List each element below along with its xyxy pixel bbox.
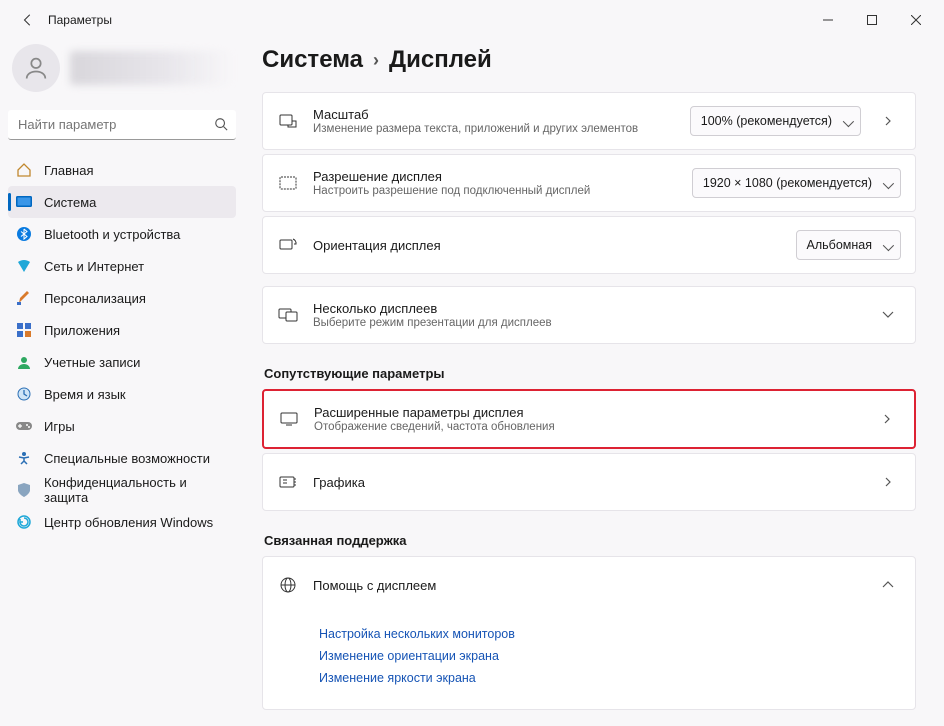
resolution-subtitle: Настроить разрешение под подключенный ди… <box>313 185 678 197</box>
multi-display-subtitle: Выберите режим презентации для дисплеев <box>313 317 861 329</box>
system-icon <box>16 194 32 210</box>
breadcrumb: Система › Дисплей <box>262 46 916 74</box>
sidebar-item-privacy[interactable]: Конфиденциальность и защита <box>8 474 236 506</box>
profile-name-blurred <box>70 51 232 85</box>
scale-subtitle: Изменение размера текста, приложений и д… <box>313 123 676 135</box>
scale-title: Масштаб <box>313 107 676 122</box>
close-button[interactable] <box>894 5 938 35</box>
search-box[interactable] <box>8 110 236 140</box>
chevron-right-icon[interactable] <box>874 414 900 424</box>
advanced-display-row[interactable]: Расширенные параметры дисплея Отображени… <box>262 389 916 449</box>
sidebar-item-personalization[interactable]: Персонализация <box>8 282 236 314</box>
orientation-dropdown[interactable]: Альбомная <box>796 230 901 260</box>
sidebar-item-label: Учетные записи <box>44 355 140 370</box>
resolution-title: Разрешение дисплея <box>313 169 678 184</box>
avatar <box>12 44 60 92</box>
resolution-dropdown[interactable]: 1920 × 1080 (рекомендуется) <box>692 168 901 198</box>
sidebar-item-bluetooth[interactable]: Bluetooth и устройства <box>8 218 236 250</box>
orientation-icon <box>277 237 299 253</box>
sidebar-item-label: Игры <box>44 419 75 434</box>
graphics-icon <box>277 475 299 489</box>
chevron-down-icon[interactable] <box>875 311 901 319</box>
search-icon <box>214 117 228 134</box>
home-icon <box>16 162 32 178</box>
breadcrumb-current: Дисплей <box>389 46 492 74</box>
breadcrumb-parent[interactable]: Система <box>262 46 363 74</box>
accessibility-icon <box>16 450 32 466</box>
help-header-row[interactable]: Помощь с дисплеем <box>263 557 915 613</box>
sidebar-item-label: Специальные возможности <box>44 451 210 466</box>
sidebar-item-accessibility[interactable]: Специальные возможности <box>8 442 236 474</box>
help-links: Настройка нескольких мониторов Изменение… <box>263 613 915 709</box>
help-card: Помощь с дисплеем Настройка нескольких м… <box>262 556 916 710</box>
minimize-button[interactable] <box>806 5 850 35</box>
sidebar-item-label: Центр обновления Windows <box>44 515 213 530</box>
clock-globe-icon <box>16 386 32 402</box>
sidebar-item-apps[interactable]: Приложения <box>8 314 236 346</box>
sidebar-item-label: Время и язык <box>44 387 126 402</box>
resolution-icon <box>277 176 299 190</box>
resolution-row[interactable]: Разрешение дисплея Настроить разрешение … <box>262 154 916 212</box>
update-icon <box>16 514 32 530</box>
sidebar-item-label: Bluetooth и устройства <box>44 227 180 242</box>
sidebar-item-label: Сеть и Интернет <box>44 259 144 274</box>
support-heading: Связанная поддержка <box>264 533 916 548</box>
sidebar-item-label: Приложения <box>44 323 120 338</box>
help-link[interactable]: Изменение ориентации экрана <box>319 649 915 663</box>
sidebar-item-label: Персонализация <box>44 291 146 306</box>
sidebar-item-label: Конфиденциальность и защита <box>44 475 228 505</box>
sidebar-item-network[interactable]: Сеть и Интернет <box>8 250 236 282</box>
advanced-display-title: Расширенные параметры дисплея <box>314 405 860 420</box>
shield-icon <box>16 482 32 498</box>
apps-icon <box>16 322 32 338</box>
sidebar-item-label: Система <box>44 195 96 210</box>
chevron-right-icon[interactable] <box>875 116 901 126</box>
help-link[interactable]: Настройка нескольких мониторов <box>319 627 915 641</box>
sidebar-item-label: Главная <box>44 163 93 178</box>
network-icon <box>16 258 32 274</box>
sidebar-item-system[interactable]: Система <box>8 186 236 218</box>
chevron-right-icon[interactable] <box>875 477 901 487</box>
related-heading: Сопутствующие параметры <box>264 366 916 381</box>
globe-icon <box>277 576 299 594</box>
brush-icon <box>16 290 32 306</box>
search-input[interactable] <box>8 110 236 140</box>
help-title: Помощь с дисплеем <box>313 578 861 593</box>
multi-display-title: Несколько дисплеев <box>313 301 861 316</box>
orientation-title: Ориентация дисплея <box>313 238 782 253</box>
gaming-icon <box>16 418 32 434</box>
sidebar: Главная Система Bluetooth и устройства С… <box>0 40 244 726</box>
bluetooth-icon <box>16 226 32 242</box>
chevron-right-icon: › <box>373 50 379 71</box>
chevron-up-icon[interactable] <box>875 581 901 589</box>
back-button[interactable] <box>14 6 42 34</box>
main-content: Система › Дисплей Масштаб Изменение разм… <box>244 40 944 726</box>
window-controls <box>806 5 938 35</box>
nav-list: Главная Система Bluetooth и устройства С… <box>8 154 236 538</box>
orientation-row[interactable]: Ориентация дисплея Альбомная <box>262 216 916 274</box>
profile-block[interactable] <box>8 40 236 110</box>
sidebar-item-time-language[interactable]: Время и язык <box>8 378 236 410</box>
window-title: Параметры <box>48 13 112 27</box>
help-link[interactable]: Изменение яркости экрана <box>319 671 915 685</box>
sidebar-item-home[interactable]: Главная <box>8 154 236 186</box>
scale-row[interactable]: Масштаб Изменение размера текста, прилож… <box>262 92 916 150</box>
scale-icon <box>277 112 299 130</box>
scale-dropdown[interactable]: 100% (рекомендуется) <box>690 106 861 136</box>
multi-display-icon <box>277 308 299 322</box>
accounts-icon <box>16 354 32 370</box>
sidebar-item-gaming[interactable]: Игры <box>8 410 236 442</box>
graphics-title: Графика <box>313 475 861 490</box>
sidebar-item-windows-update[interactable]: Центр обновления Windows <box>8 506 236 538</box>
maximize-button[interactable] <box>850 5 894 35</box>
multi-display-row[interactable]: Несколько дисплеев Выберите режим презен… <box>262 286 916 344</box>
graphics-row[interactable]: Графика <box>262 453 916 511</box>
monitor-icon <box>278 412 300 426</box>
advanced-display-subtitle: Отображение сведений, частота обновления <box>314 421 860 433</box>
sidebar-item-accounts[interactable]: Учетные записи <box>8 346 236 378</box>
titlebar: Параметры <box>0 0 944 40</box>
